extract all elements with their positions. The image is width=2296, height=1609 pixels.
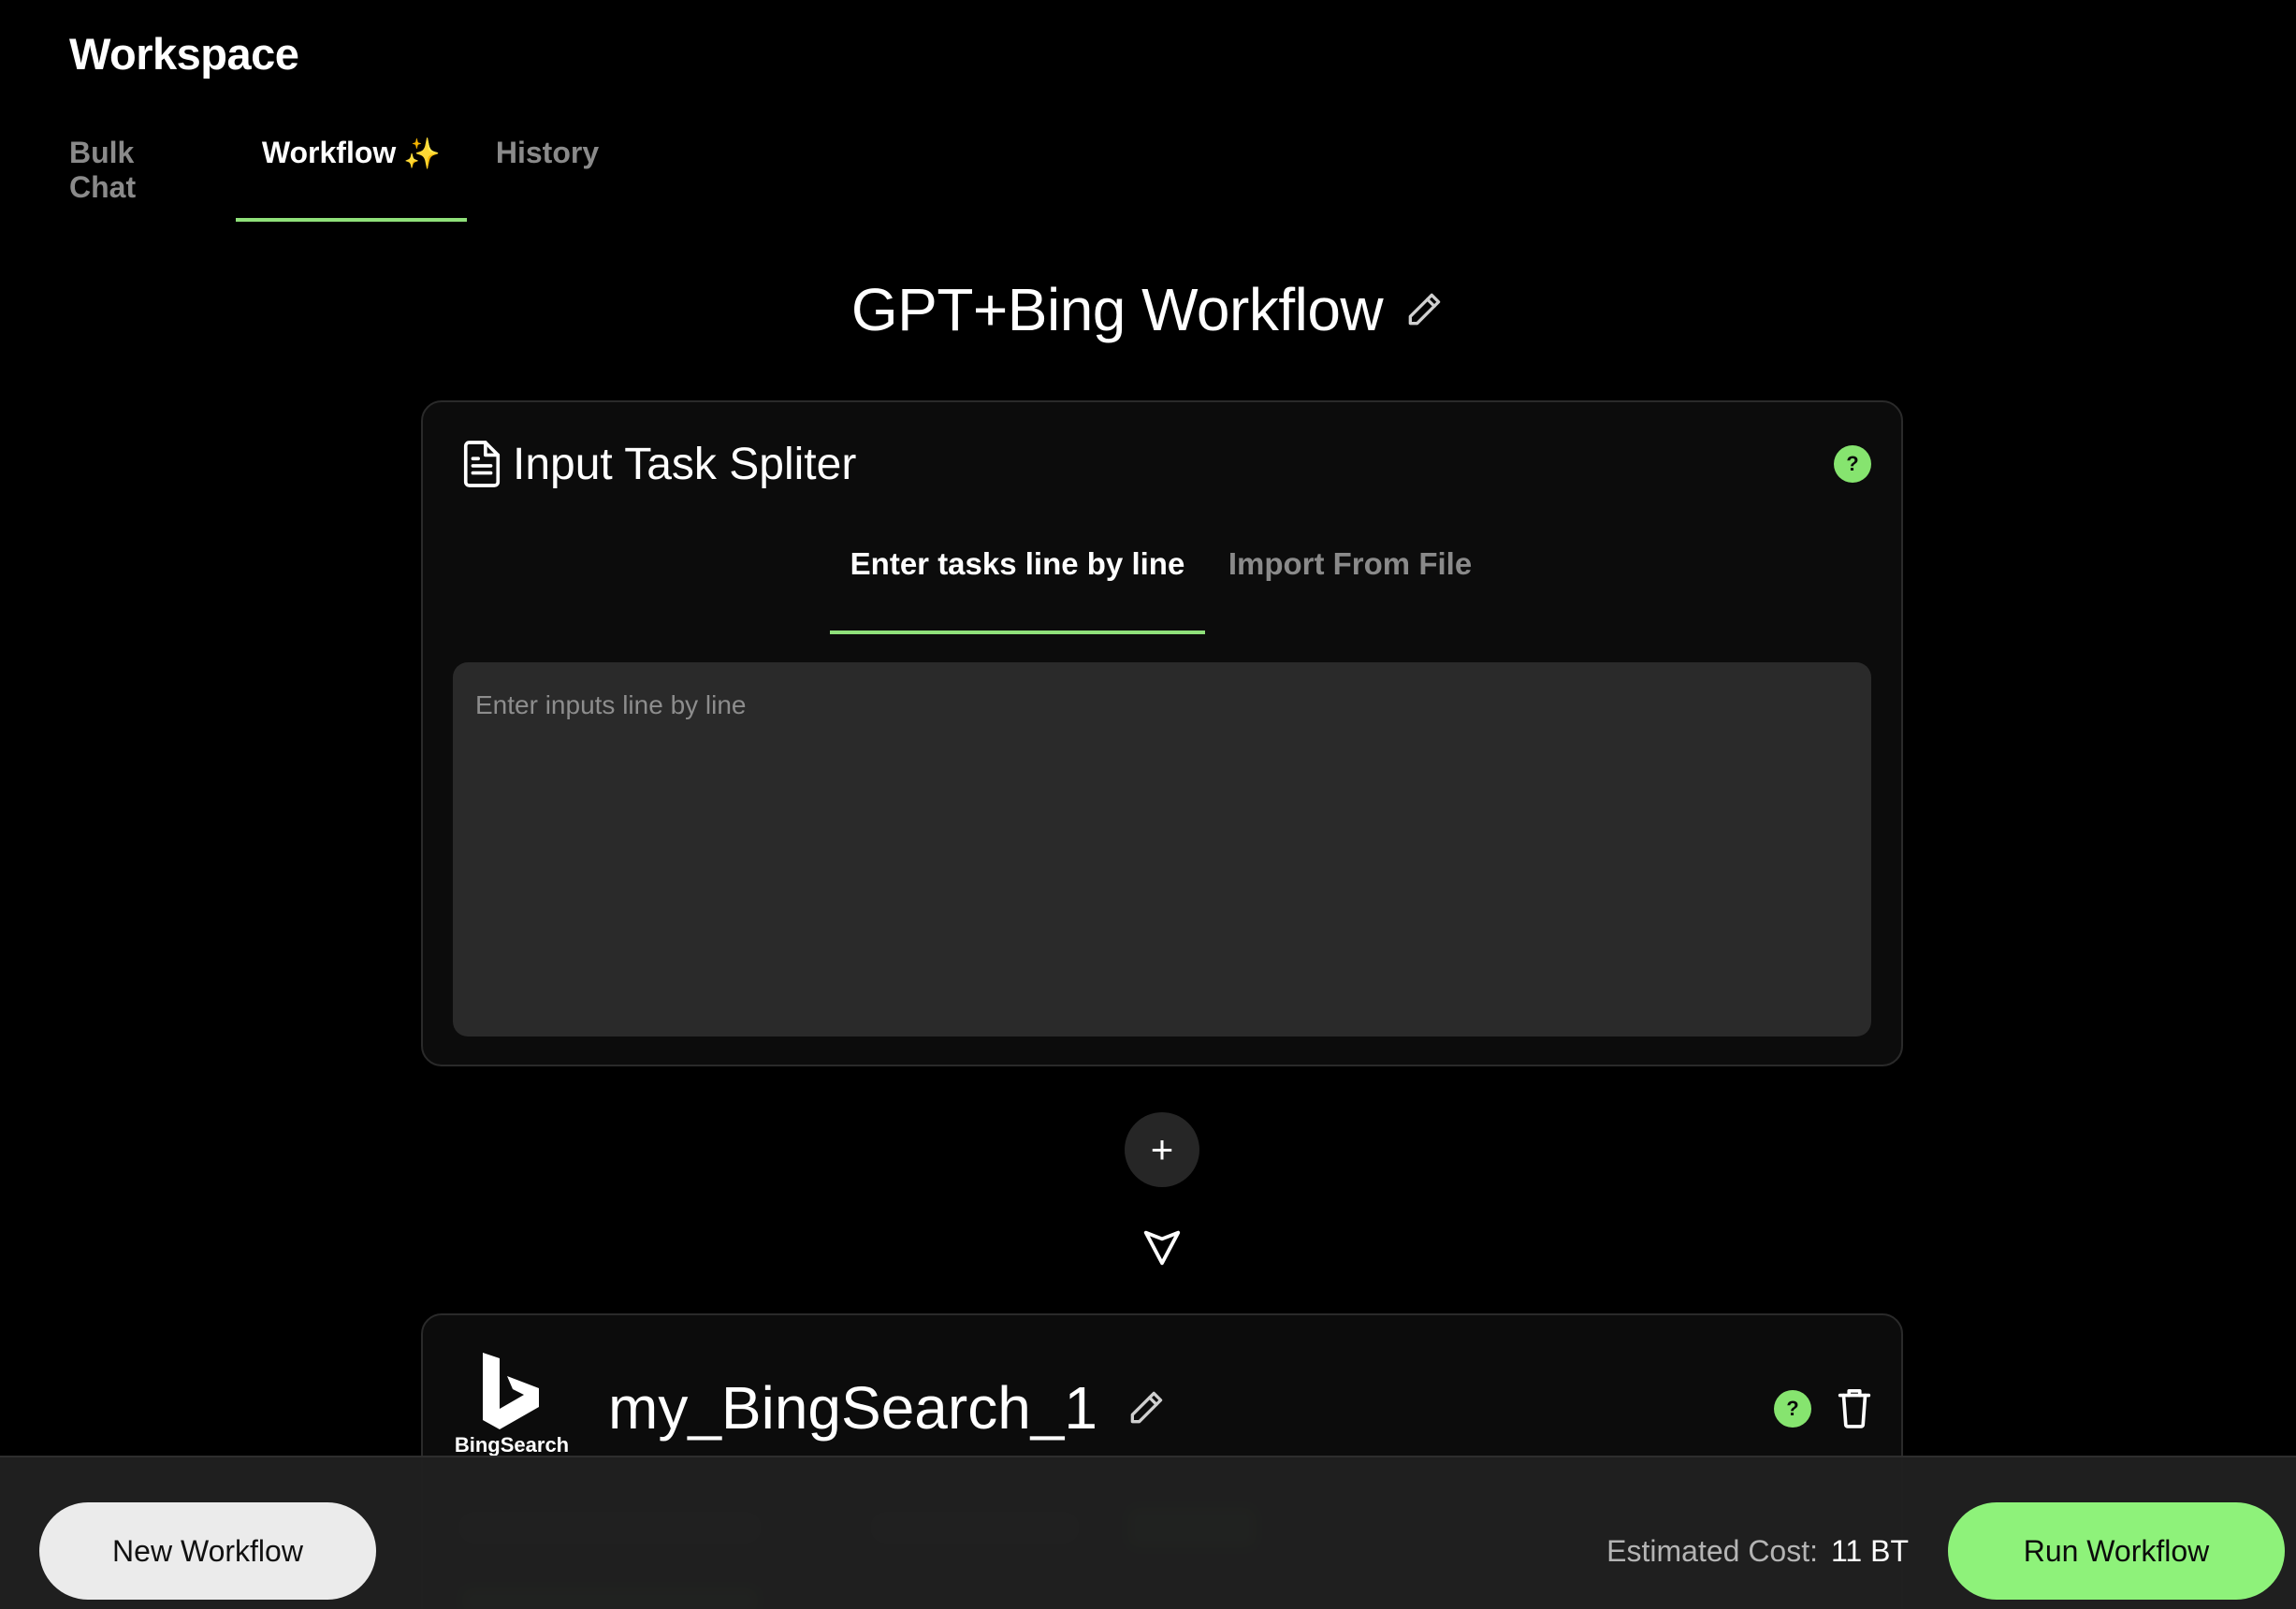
estimated-cost: Estimated Cost: 11 BT	[1534, 1502, 1909, 1600]
bing-step-name: my_BingSearch_1	[608, 1374, 1097, 1442]
bing-icon	[483, 1353, 539, 1429]
workflow-title: GPT+Bing Workflow	[850, 276, 1384, 343]
bing-logo-label: BingSearch	[454, 1433, 570, 1457]
add-step-button[interactable]: +	[1125, 1112, 1199, 1187]
main-tabs: Bulk Chat Workflow ✨ History	[0, 136, 655, 222]
run-workflow-button[interactable]: Run Workflow	[1948, 1502, 2285, 1600]
card-title: Input Task Spliter	[460, 438, 856, 490]
workspace-page: Workspace Bulk Chat Workflow ✨ History G…	[0, 0, 2296, 1609]
tab-enter-tasks[interactable]: Enter tasks line by line	[830, 543, 1205, 634]
bing-step-name-row: my_BingSearch_1	[608, 1373, 1167, 1442]
input-task-spliter-card: Input Task Spliter ? Enter tasks line by…	[421, 400, 1903, 1066]
tab-bulk-chat[interactable]: Bulk Chat	[69, 136, 206, 222]
bottom-action-bar: New Workflow Estimated Cost: 11 BT Run W…	[0, 1456, 2296, 1609]
tab-label: Bulk Chat	[69, 136, 137, 204]
tab-history[interactable]: History	[496, 136, 599, 222]
tab-label: Workflow	[261, 136, 397, 169]
edit-name-icon[interactable]	[1126, 1387, 1167, 1428]
help-icon[interactable]: ?	[1774, 1390, 1811, 1428]
tab-workflow[interactable]: Workflow ✨	[236, 136, 467, 222]
input-mode-tabs: Enter tasks line by line Import From Fil…	[830, 543, 1504, 634]
subtab-label: Import From File	[1228, 546, 1473, 581]
help-icon[interactable]: ?	[1834, 445, 1871, 483]
new-workflow-button[interactable]: New Workflow	[39, 1502, 376, 1600]
tasks-input[interactable]	[453, 662, 1871, 1036]
app-title: Workspace	[69, 29, 299, 79]
bing-logo: BingSearch	[451, 1351, 573, 1463]
tab-label: History	[495, 136, 600, 169]
card-title-text: Input Task Spliter	[513, 439, 857, 489]
edit-title-icon[interactable]	[1403, 289, 1445, 330]
workflow-title-row: GPT+Bing Workflow	[0, 275, 2296, 344]
sparkles-icon: ✨	[403, 137, 442, 170]
cost-label: Estimated Cost:	[1606, 1533, 1818, 1568]
trash-icon[interactable]	[1836, 1386, 1873, 1429]
subtab-label: Enter tasks line by line	[850, 546, 1185, 581]
tab-import-file[interactable]: Import From File	[1205, 543, 1495, 634]
document-icon	[460, 438, 503, 490]
arrow-down-icon	[1141, 1225, 1184, 1268]
cost-value: 11 BT	[1831, 1533, 1909, 1568]
